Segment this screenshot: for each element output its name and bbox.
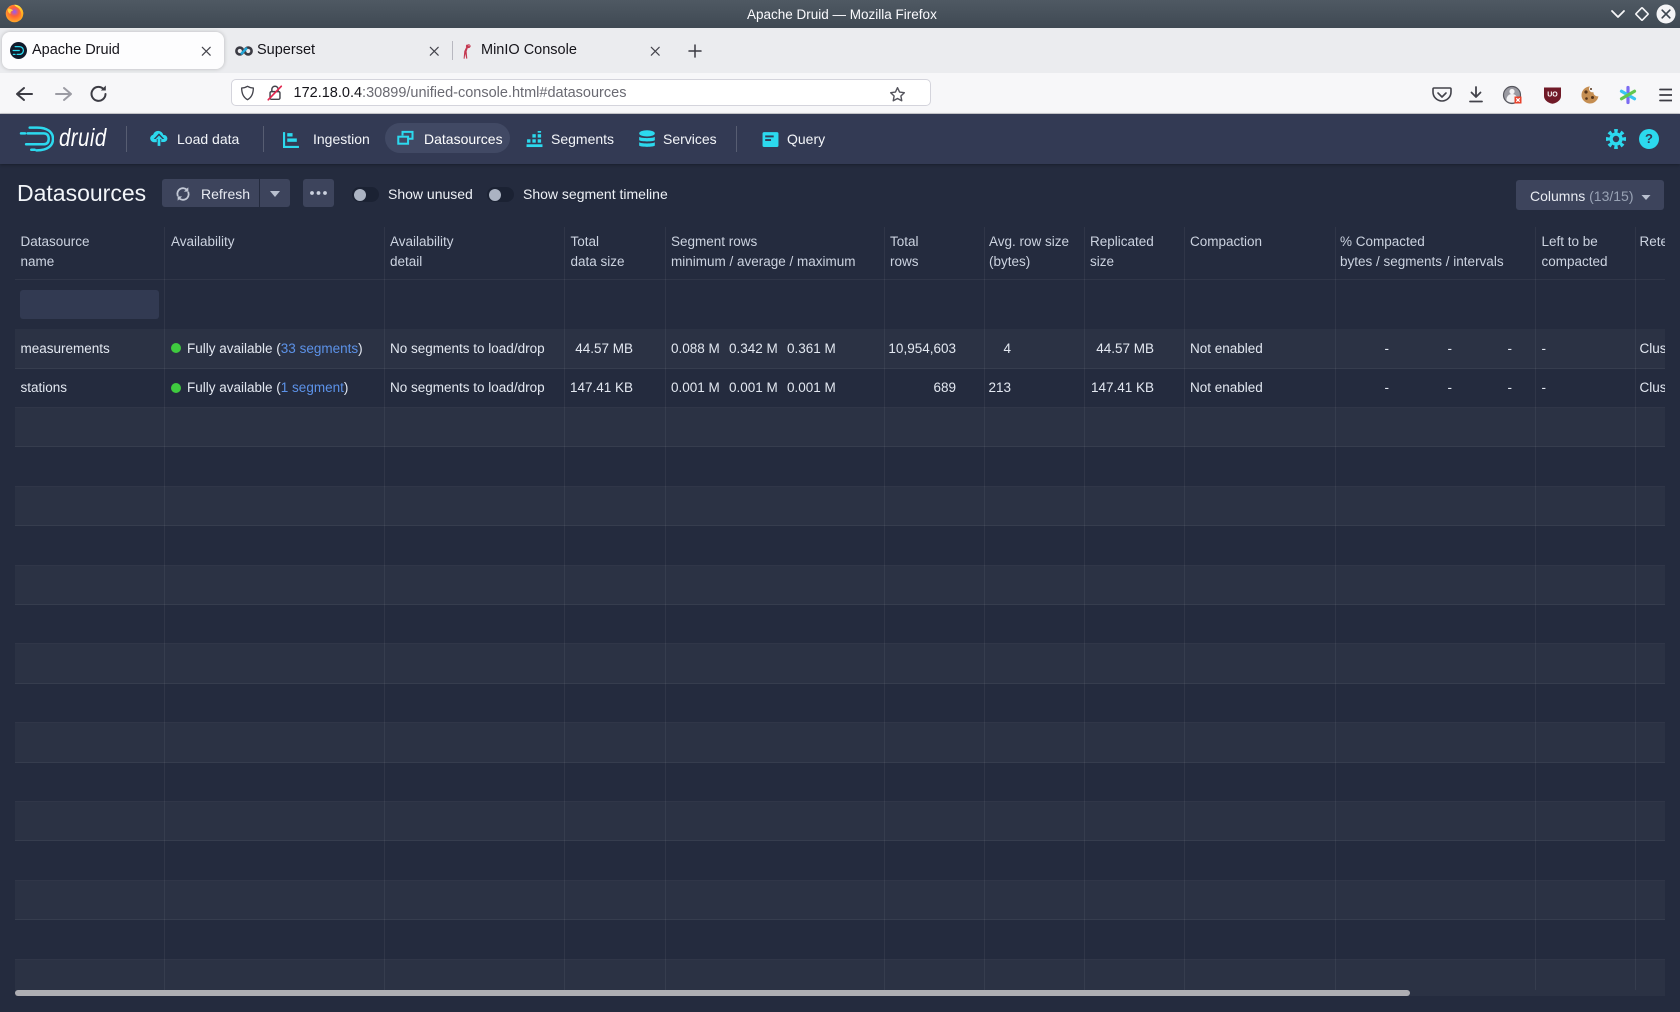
svg-text:UO: UO	[1547, 92, 1558, 99]
